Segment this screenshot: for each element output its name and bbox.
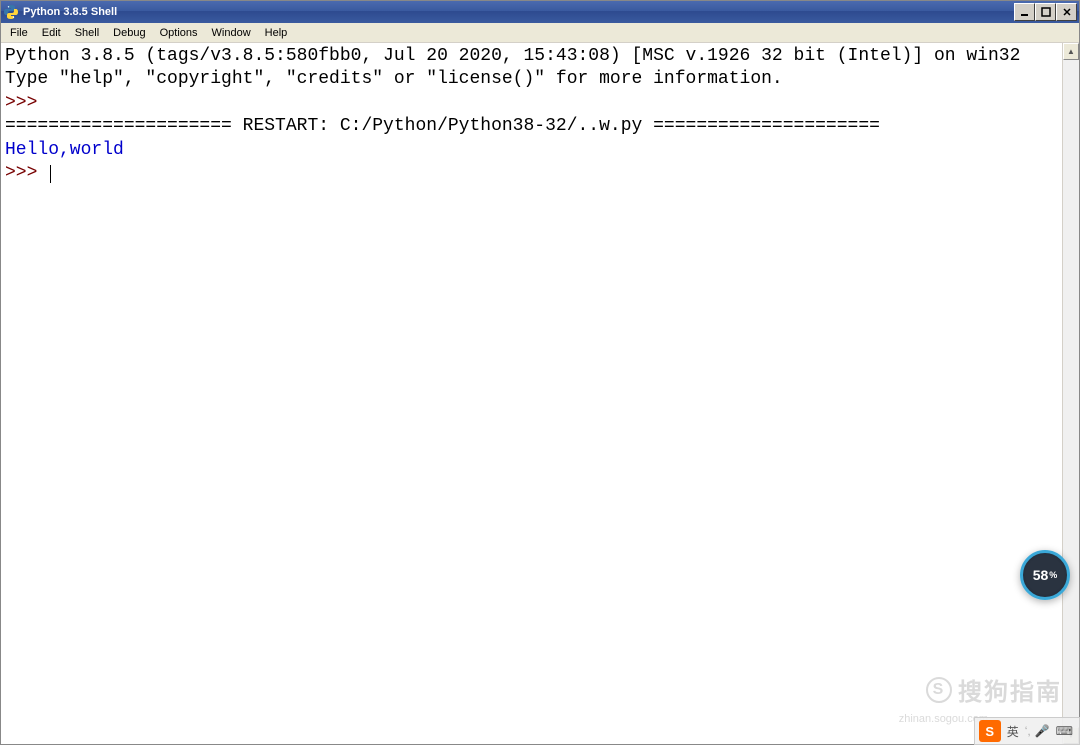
- menu-debug[interactable]: Debug: [106, 25, 152, 41]
- minimize-button[interactable]: [1014, 3, 1035, 21]
- app-icon: [3, 4, 19, 20]
- scroll-track[interactable]: [1063, 60, 1079, 727]
- idle-window: Python 3.8.5 Shell File Edit Shell Debug…: [0, 0, 1080, 745]
- watermark-logo-icon: S: [926, 677, 952, 703]
- percentage-badge[interactable]: 58%: [1020, 550, 1070, 600]
- prompt: >>>: [5, 163, 48, 183]
- window-controls: [1014, 3, 1077, 21]
- banner-line1: Python 3.8.5 (tags/v3.8.5:580fbb0, Jul 2…: [5, 46, 1020, 66]
- titlebar[interactable]: Python 3.8.5 Shell: [1, 1, 1079, 23]
- ime-toolbar[interactable]: S 英 ‘, 🎤 ⌨: [974, 717, 1080, 745]
- banner-line2: Type "help", "copyright", "credits" or "…: [5, 69, 783, 89]
- ime-punct[interactable]: ‘,: [1025, 724, 1031, 738]
- restart-line: ===================== RESTART: C:/Python…: [5, 116, 880, 136]
- ime-logo-icon[interactable]: S: [979, 720, 1001, 742]
- prompt: >>>: [5, 93, 48, 113]
- menu-options[interactable]: Options: [153, 25, 205, 41]
- menu-file[interactable]: File: [3, 25, 35, 41]
- shell-text[interactable]: Python 3.8.5 (tags/v3.8.5:580fbb0, Jul 2…: [1, 43, 1062, 744]
- menu-help[interactable]: Help: [258, 25, 295, 41]
- watermark: S 搜狗指南: [926, 672, 1062, 707]
- badge-unit: %: [1049, 570, 1057, 580]
- vertical-scrollbar[interactable]: ▲ ▼: [1062, 43, 1079, 744]
- program-output: Hello,world: [5, 140, 124, 160]
- menu-shell[interactable]: Shell: [68, 25, 106, 41]
- keyboard-icon[interactable]: ⌨: [1054, 724, 1075, 738]
- maximize-button[interactable]: [1035, 3, 1056, 21]
- menubar: File Edit Shell Debug Options Window Hel…: [1, 23, 1079, 43]
- text-cursor: [50, 165, 51, 183]
- ime-language[interactable]: 英: [1005, 723, 1021, 740]
- close-button[interactable]: [1056, 3, 1077, 21]
- badge-value: 58: [1033, 567, 1049, 583]
- menu-window[interactable]: Window: [205, 25, 258, 41]
- watermark-text: 搜狗指南: [958, 672, 1062, 707]
- content-area: Python 3.8.5 (tags/v3.8.5:580fbb0, Jul 2…: [1, 43, 1079, 744]
- scroll-up-button[interactable]: ▲: [1063, 43, 1079, 60]
- menu-edit[interactable]: Edit: [35, 25, 68, 41]
- window-title: Python 3.8.5 Shell: [23, 6, 1014, 18]
- microphone-icon[interactable]: 🎤: [1035, 724, 1050, 738]
